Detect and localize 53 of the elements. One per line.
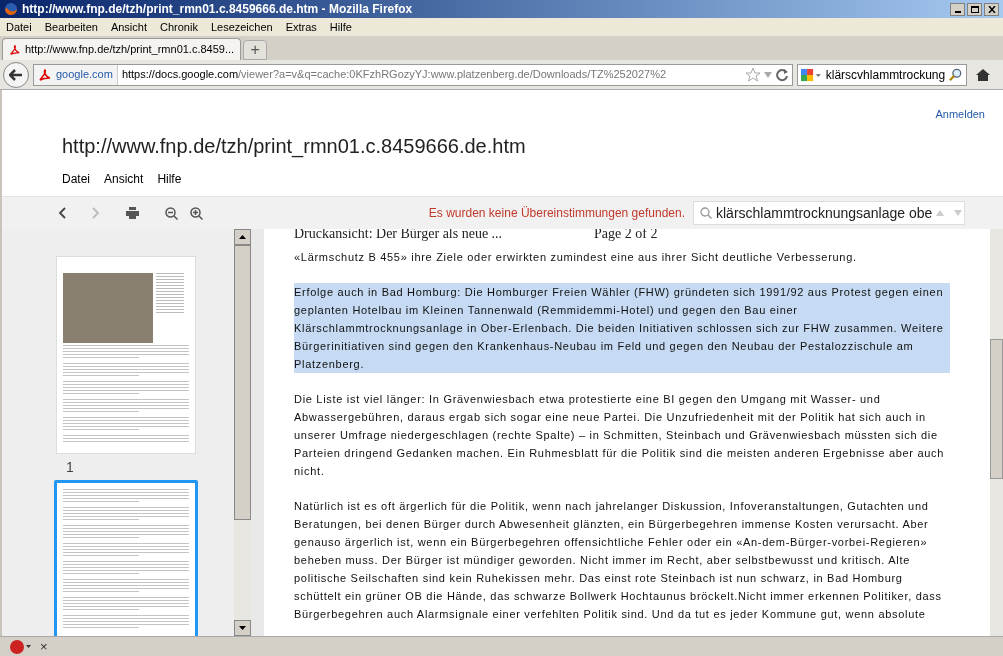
- scrollbar[interactable]: [234, 229, 251, 636]
- pdf-icon: [9, 43, 21, 56]
- adblock-icon[interactable]: [10, 639, 32, 654]
- menu-item[interactable]: Bearbeiten: [44, 18, 98, 36]
- search-field[interactable]: klärscvhlammtrockung: [797, 63, 967, 86]
- menu-item[interactable]: Extras: [285, 18, 317, 36]
- url-path: /viewer?a=v&q=cache:0KFzhRGozyYJ:www.platzenberg.de/Downloads/TZ%252027%2: [238, 68, 667, 81]
- paragraph: Natürlich ist es oft ärgerlich für die Politik, wenn nach jahrelanger Diskussion, Infoveranstaltungen, Gutachten und Beratungen, bei denen Bürger durch Abwesenheit glänzten, ein Bürgerbegehren immense Kosten verursacht. Aber genauso ärgerlich ist, wenn ein Bürgerbegehren offensichtliche Fehler oder ein «An-dem-Bürger-vorbei-Regieren» beheben muss. Der Bürger ist mündiger geworden. Nicht immer im Recht, aber selbstbewusst und kritisch. Alte politische Seilschaften sind kein Ruhekissen mehr. Das einst rote Steinbach ist nun schwarz, in Bad Homburg schüttelt ein grüner OB die Hände, das schwarze Bollwerk Hochtaunus bröckelt.Nicht immer erkennen Politiker, dass Bürgerbegehren auch Alarmsignale einer verfehlten Politik sind. Und da tut es jeder Kommune gut, wenn absolute: [294, 499, 943, 622]
- page-label: 1: [65, 458, 74, 477]
- menu-item[interactable]: Lesezeichen: [210, 18, 273, 36]
- window-title: http://www.fnp.de/tzh/print_rmn01.c.8459666.de.htm - Mozilla Firefox: [22, 1, 413, 18]
- paragraph: Die Liste ist viel länger: In Grävenwiesbach etwa protestierte eine BI gegen den Umgang mit Wasser- und Abwassergebühren, daraus ergab sich sogar eine neue Partei. Die Unzufriedenheit mit der Politik hat sich auch in unserer Umfrage niedergeschlagen (rechte Spalte) – in Schmitten, Steinbach und Grävenwiesbach müssten sich die Parteien dringend Gedanken machen. Ein Ruhmesblatt für die Politik sind die meisten anderen Ergebnisse aber auch nicht.: [294, 392, 946, 479]
- close-icon[interactable]: ×: [40, 636, 48, 656]
- scroll-down-icon[interactable]: [239, 626, 246, 630]
- search-icon[interactable]: [949, 66, 963, 83]
- menu-item[interactable]: Chronik: [160, 18, 198, 36]
- page-header: Druckansicht: Der Bürger als neue ...: [294, 229, 504, 241]
- search-engine-icon[interactable]: [801, 67, 822, 82]
- url-host: https://docs.google.com: [121, 68, 239, 81]
- zoom-out-icon[interactable]: [165, 206, 178, 220]
- find-message: Es wurden keine Übereinstimmungen gefunden.: [428, 205, 685, 222]
- document-title: http://www.fnp.de/tzh/print_rmn01.c.8459666.de.htm: [61, 134, 527, 160]
- highlighted-paragraph: Erfolge auch in Bad Homburg: Die Homburger Freien Wähler (FHW) gründeten sich 1991/92 aus Protest gegen einen geplanten Hotelbau im Kleinen Tannenwald (Remmidemmi-Hotel) und gegen den Bau einer Klärschlammtrocknungsanlage in Ober-Erlenbach. Die beiden Initiativen schlossen sich zur FHW zusammen. Weitere Bürgerinitiativen sind gegen den Krankenhaus-Neubau im Feld und gegen den Neubau der Pestalozzischule am Platzenberg.: [294, 283, 951, 373]
- close-icon: [987, 5, 996, 13]
- page-thumbnail[interactable]: [54, 480, 198, 636]
- firefox-icon: [4, 2, 18, 16]
- previous-icon[interactable]: [58, 207, 66, 219]
- paragraph: «Lärmschutz B 455» ihre Ziele oder erwirkten zumindest eine aus ihrer Sicht deutliche Verbesserung.: [294, 250, 858, 265]
- menu-item[interactable]: Ansicht: [104, 170, 144, 188]
- pdf-icon: [38, 67, 52, 82]
- menu-item[interactable]: Datei: [6, 18, 32, 36]
- back-button[interactable]: [3, 61, 29, 88]
- menu-item[interactable]: Datei: [62, 170, 90, 188]
- maximize-button[interactable]: [967, 2, 982, 16]
- search-icon: [700, 207, 712, 219]
- new-tab-button[interactable]: +: [243, 40, 268, 60]
- menu-item[interactable]: Ansicht: [110, 18, 147, 36]
- scroll-up-icon[interactable]: [239, 235, 246, 239]
- back-arrow-icon: [9, 68, 23, 81]
- page-scrollbar[interactable]: [990, 229, 1003, 636]
- zoom-in-icon[interactable]: [190, 206, 203, 220]
- star-icon[interactable]: [745, 66, 761, 83]
- page-number: Page 2 of 2: [594, 229, 658, 241]
- minimize-button[interactable]: [950, 2, 965, 16]
- menu-item[interactable]: Hilfe: [329, 18, 352, 36]
- close-button[interactable]: [984, 2, 999, 16]
- reload-icon[interactable]: [775, 67, 789, 82]
- print-icon[interactable]: [126, 207, 139, 219]
- home-icon: [975, 67, 991, 82]
- url-field[interactable]: google.com https://docs.google.com/viewer?a=v&q=cache:0KFzhRGozyYJ:www.platzenberg.de/Downloads/TZ%252027%2: [33, 63, 793, 86]
- tab[interactable]: http://www.fnp.de/tzh/print_rmn01.c.8459...: [2, 38, 242, 60]
- sign-in-link[interactable]: Anmelden: [935, 106, 985, 130]
- menu-item[interactable]: Hilfe: [157, 170, 182, 188]
